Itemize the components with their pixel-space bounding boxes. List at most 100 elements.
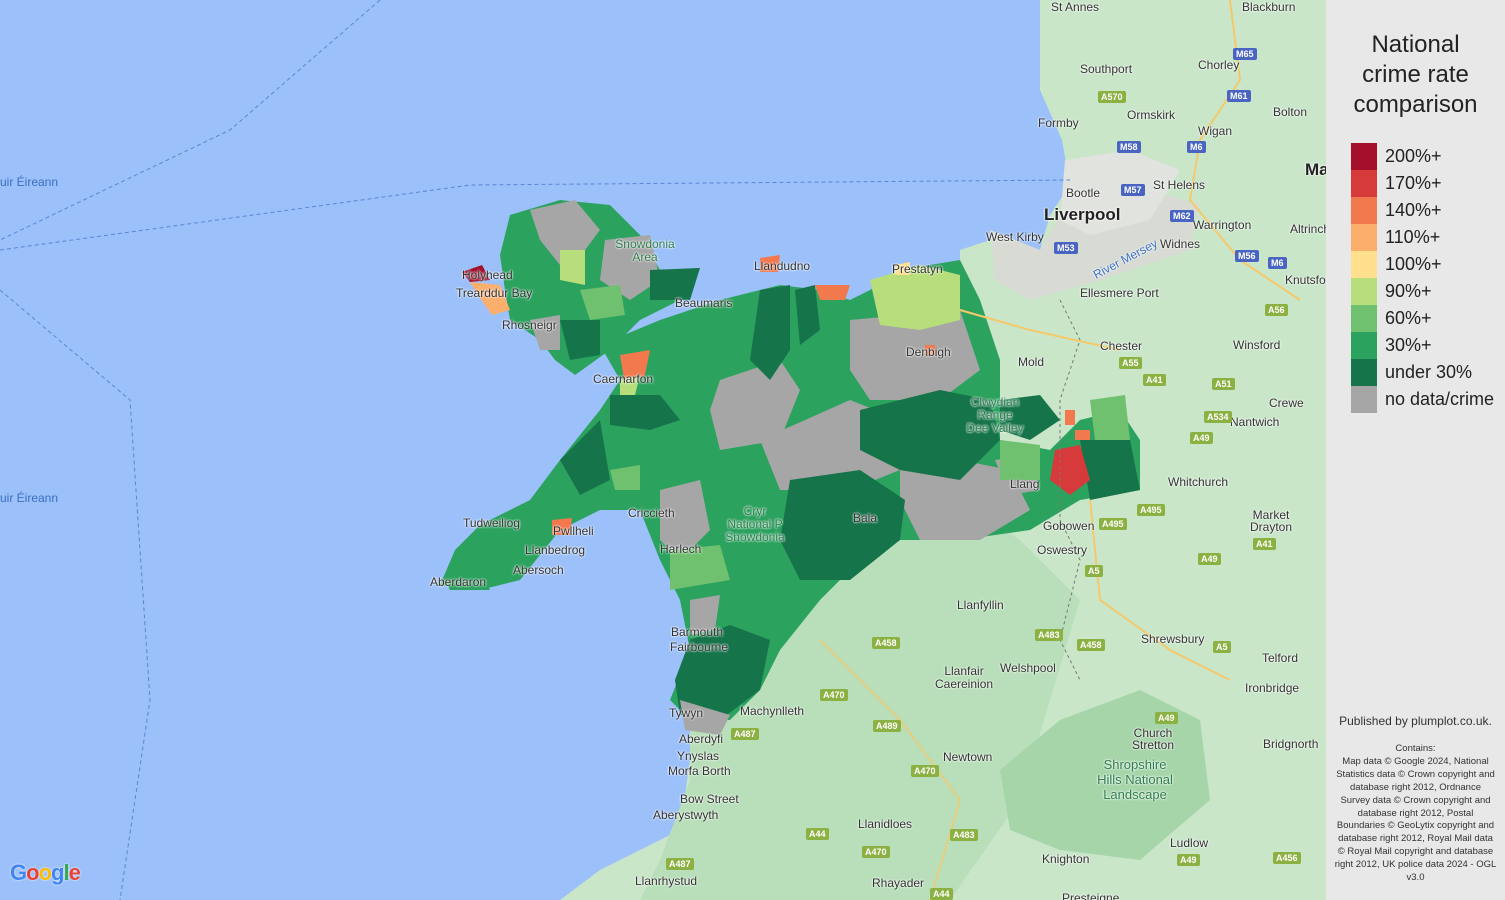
road-shield: A458 (1077, 639, 1105, 651)
legend-swatch (1351, 305, 1377, 332)
map-canvas[interactable]: St Annes Blackburn Southport Chorley Bol… (0, 0, 1326, 900)
legend-swatch (1351, 332, 1377, 359)
legend-item: 200%+ (1351, 143, 1494, 170)
legend-swatch (1351, 143, 1377, 170)
legend-label: 140%+ (1385, 200, 1442, 220)
place-oswestry: Oswestry (1037, 543, 1088, 557)
road-shield: A44 (930, 888, 953, 900)
place-bala: Bala (853, 511, 878, 525)
road-shield: M56 (1235, 250, 1259, 262)
road-shield: M53 (1054, 242, 1078, 254)
road-shield: A49 (1177, 854, 1200, 866)
legend-swatch (1351, 386, 1377, 413)
park-label-snowdonia: Cryr National P Snowdonia (725, 504, 785, 544)
wrexham-orange-2 (1075, 430, 1090, 440)
place-aberdyfi: Aberdyfi (679, 732, 724, 746)
place-bridgnorth: Bridgnorth (1263, 737, 1319, 751)
place-tudweiliog: Tudweiliog (463, 516, 520, 530)
place-formby: Formby (1038, 116, 1079, 130)
place-nantwich: Nantwich (1230, 415, 1280, 429)
road-shield: A49 (1155, 712, 1178, 724)
road-shield: M6 (1187, 141, 1206, 153)
place-bootle: Bootle (1066, 186, 1101, 200)
park-label-shropshire-hills: Shropshire Hills National Landscape (1097, 757, 1173, 802)
place-gobowen: Gobowen (1043, 519, 1095, 533)
place-llanbedrog: Llanbedrog (525, 543, 586, 557)
road-shield: A570 (1098, 91, 1126, 103)
legend-item: 140%+ (1351, 197, 1494, 224)
place-denbigh: Denbigh (906, 345, 951, 359)
road-shield: A5 (1213, 641, 1231, 653)
road-shield: M62 (1170, 210, 1194, 222)
road-shield: A49 (1198, 553, 1221, 565)
place-rhosneigr: Rhosneigr (502, 318, 557, 332)
place-ellesmere-port: Ellesmere Port (1080, 286, 1159, 300)
place-holyhead: Holyhead (462, 268, 513, 282)
place-market-drayton: Market Drayton (1250, 508, 1293, 534)
road-shield: A495 (1137, 504, 1165, 516)
legend-item: 100%+ (1351, 251, 1494, 278)
road-shield: A458 (872, 637, 900, 649)
road-shield: M65 (1233, 48, 1257, 60)
legend-panel: National crime rate comparison 200%+ 170%… (1326, 0, 1505, 900)
place-altrincham: Altrincha (1290, 222, 1326, 236)
road-shield: A49 (1190, 432, 1213, 444)
sea-boundary-3 (0, 0, 381, 241)
place-bolton: Bolton (1273, 105, 1308, 119)
road-shield: A487 (666, 858, 694, 870)
place-ynyslas: Ynyslas (677, 749, 720, 763)
legend-swatch (1351, 224, 1377, 251)
place-manchester: Ma (1305, 160, 1326, 179)
place-liverpool: Liverpool (1044, 205, 1121, 224)
published-by: Published by plumplot.co.uk. (1339, 714, 1492, 728)
legend-item: 170%+ (1351, 170, 1494, 197)
legend-item: 90%+ (1351, 278, 1494, 305)
legend: 200%+ 170%+ 140%+ 110%+ 100%+ 90%+ 60%+ 30%+ und… (1351, 143, 1494, 413)
legend-swatch (1351, 170, 1377, 197)
place-wigan: Wigan (1198, 124, 1233, 138)
road-shield: A5 (1085, 565, 1103, 577)
road-shield: A456 (1273, 852, 1301, 864)
place-bow-street: Bow Street (680, 792, 739, 806)
road-shield: M58 (1117, 141, 1141, 153)
place-warrington: Warrington (1193, 218, 1252, 232)
legend-label: no data/crime (1385, 389, 1495, 409)
place-harlech: Harlech (660, 542, 702, 556)
wrexham-orange-1 (1065, 410, 1075, 425)
place-llanfair-caereinion: Llanfair Caereinion (935, 664, 994, 691)
road-shield: A487 (731, 728, 759, 740)
legend-label: 170%+ (1385, 173, 1442, 193)
park-label-snowdonia-area: Snowdonia Area (615, 237, 675, 264)
place-prestatyn: Prestatyn (892, 262, 943, 276)
place-barmouth: Barmouth (671, 625, 724, 639)
legend-title-line: comparison (1353, 91, 1478, 118)
place-widnes: Widnes (1160, 237, 1201, 251)
place-machynlleth: Machynlleth (740, 704, 805, 718)
place-blackburn: Blackburn (1242, 0, 1296, 14)
place-ironbridge: Ironbridge (1245, 681, 1300, 695)
legend-title: National crime rate comparison (1326, 30, 1505, 120)
legend-title-line: crime rate (1362, 61, 1469, 88)
place-criccieth: Criccieth (628, 506, 675, 520)
road-shield: A41 (1143, 374, 1166, 386)
place-trearddur-bay: Trearddur Bay (456, 286, 533, 300)
place-tywyn: Tywyn (669, 706, 704, 720)
legend-item: 60%+ (1351, 305, 1494, 332)
dark-wrexham (1080, 440, 1140, 500)
legend-item: 110%+ (1351, 224, 1494, 251)
place-mold: Mold (1018, 355, 1045, 369)
place-abersoch: Abersoch (513, 563, 564, 577)
place-morfa-borth: Morfa Borth (668, 764, 731, 778)
legend-label: under 30% (1385, 362, 1473, 382)
place-southport: Southport (1080, 62, 1133, 76)
place-st-annes: St Annes (1051, 0, 1100, 14)
park-label-clwydian: Clwydian Range Dee Valley (966, 395, 1024, 435)
sea-boundary-2 (0, 289, 151, 900)
place-aberdaron: Aberdaron (430, 575, 487, 589)
legend-label: 60%+ (1385, 308, 1432, 328)
road-shield: A56 (1265, 304, 1288, 316)
anglesey-light (560, 250, 585, 285)
place-st-helens: St Helens (1153, 178, 1206, 192)
place-caernarfon: Caernarfon (593, 372, 654, 386)
legend-title-line: National (1371, 31, 1460, 58)
